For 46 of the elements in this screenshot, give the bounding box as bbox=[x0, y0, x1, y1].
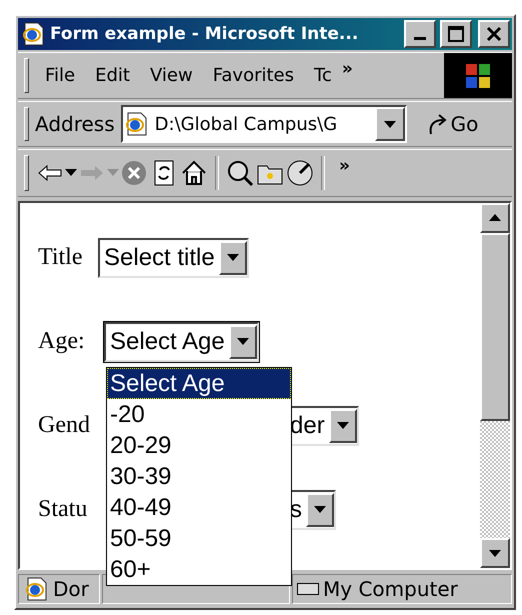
status-text: Dor bbox=[53, 577, 89, 602]
menu-item[interactable]: Edit bbox=[85, 65, 140, 86]
field-label: Gend bbox=[38, 412, 91, 440]
caret-icon bbox=[489, 214, 501, 222]
address-dropdown-button[interactable] bbox=[374, 107, 405, 142]
field-label: Age: bbox=[38, 328, 86, 356]
go-arrow-icon bbox=[426, 112, 449, 136]
more-menu-button[interactable]: » bbox=[342, 58, 353, 79]
more-toolbar-button[interactable]: » bbox=[339, 156, 350, 176]
dropdown-option[interactable]: Select Age bbox=[107, 368, 291, 399]
page-icon bbox=[23, 576, 49, 602]
menu-item[interactable]: View bbox=[140, 65, 203, 86]
caret-icon bbox=[314, 506, 326, 514]
maximize-icon bbox=[448, 26, 464, 42]
dropdown-select[interactable]: Select title bbox=[98, 238, 249, 278]
caret-icon bbox=[226, 254, 239, 262]
zone-text: My Computer bbox=[323, 577, 458, 602]
caret-icon bbox=[65, 169, 77, 176]
close-icon bbox=[486, 26, 502, 42]
dropdown-select[interactable]: Select Age bbox=[104, 322, 259, 362]
menu-item[interactable]: File bbox=[35, 65, 86, 86]
scroll-thumb[interactable] bbox=[480, 232, 510, 421]
field-label: Title bbox=[38, 244, 84, 272]
computer-icon bbox=[297, 583, 319, 596]
window-title: Form example - Microsoft Inte... bbox=[50, 24, 360, 44]
history-icon[interactable] bbox=[285, 158, 315, 188]
address-field[interactable]: D:\Global Campus\G bbox=[120, 105, 407, 144]
menu-item[interactable]: Tc bbox=[304, 65, 342, 86]
caret-icon bbox=[107, 169, 119, 176]
scroll-down-button[interactable] bbox=[480, 538, 510, 568]
maximize-button[interactable] bbox=[440, 20, 472, 48]
caret-icon bbox=[236, 338, 249, 346]
windows-logo-icon bbox=[464, 62, 492, 90]
close-button[interactable] bbox=[478, 20, 510, 48]
go-button[interactable]: Go bbox=[426, 112, 478, 136]
caret-icon bbox=[336, 422, 349, 430]
caret-icon bbox=[384, 120, 396, 128]
scrollbar[interactable] bbox=[480, 202, 510, 568]
minimize-button[interactable] bbox=[404, 20, 436, 48]
field-label: Statu bbox=[38, 496, 88, 524]
scroll-up-button[interactable] bbox=[480, 202, 510, 233]
menu-item[interactable]: Favorites bbox=[202, 65, 304, 86]
minimize-icon bbox=[414, 37, 426, 40]
browser-icon bbox=[20, 20, 46, 47]
caret-icon bbox=[489, 550, 501, 557]
address-label: Address bbox=[35, 112, 115, 136]
